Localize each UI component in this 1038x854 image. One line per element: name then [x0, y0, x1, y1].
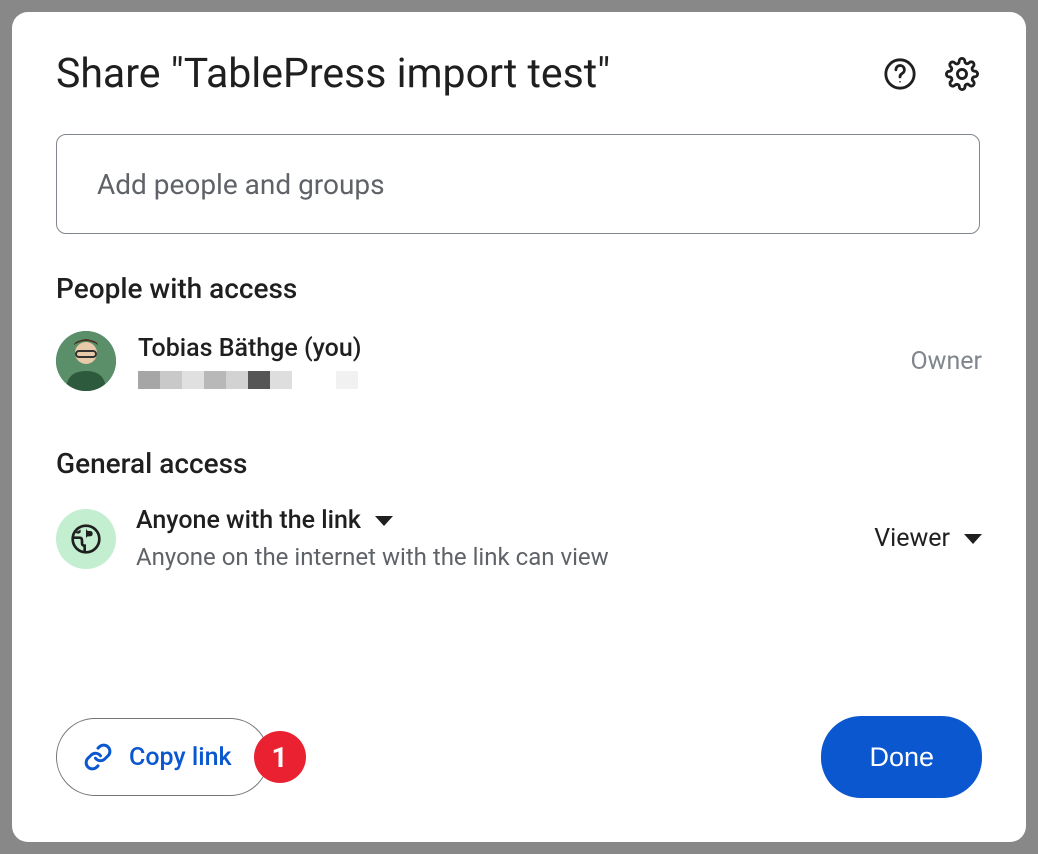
share-dialog: Share "TablePress import test" Add peopl…	[12, 12, 1026, 842]
add-people-placeholder: Add people and groups	[97, 168, 385, 201]
general-access-role-dropdown[interactable]: Viewer	[874, 524, 982, 553]
avatar	[56, 331, 116, 391]
general-access-row: Anyone with the link Anyone on the inter…	[56, 506, 982, 571]
done-button[interactable]: Done	[821, 716, 982, 798]
globe-icon	[70, 523, 102, 555]
people-section-title: People with access	[56, 272, 982, 305]
general-access-scope-label: Anyone with the link	[136, 506, 361, 535]
person-info: Tobias Bäthge (you)	[138, 334, 888, 389]
caret-down-icon	[375, 516, 393, 526]
person-name: Tobias Bäthge (you)	[138, 334, 888, 363]
annotation-badge: 1	[254, 731, 306, 783]
general-section-title: General access	[56, 447, 982, 480]
general-access-info: Anyone with the link Anyone on the inter…	[136, 506, 854, 571]
gear-icon	[945, 57, 979, 91]
settings-button[interactable]	[942, 54, 982, 94]
dialog-header: Share "TablePress import test"	[56, 50, 982, 98]
copy-link-label: Copy link	[129, 743, 232, 772]
help-button[interactable]	[880, 54, 920, 94]
person-row: Tobias Bäthge (you) Owner	[56, 331, 982, 391]
copy-link-button[interactable]: Copy link 1	[56, 718, 269, 796]
link-icon	[83, 742, 113, 772]
general-access-description: Anyone on the internet with the link can…	[136, 543, 854, 571]
dialog-title: Share "TablePress import test"	[56, 50, 610, 98]
person-email-redacted	[138, 371, 888, 389]
caret-down-icon	[964, 534, 982, 544]
header-actions	[880, 54, 982, 94]
dialog-footer: Copy link 1 Done	[56, 716, 982, 798]
add-people-input[interactable]: Add people and groups	[56, 134, 980, 234]
general-access-scope-dropdown[interactable]: Anyone with the link	[136, 506, 854, 535]
general-access-role-label: Viewer	[874, 524, 950, 553]
avatar-image	[56, 331, 116, 391]
person-role: Owner	[910, 347, 982, 376]
help-icon	[883, 57, 917, 91]
general-access-icon-container	[56, 509, 116, 569]
